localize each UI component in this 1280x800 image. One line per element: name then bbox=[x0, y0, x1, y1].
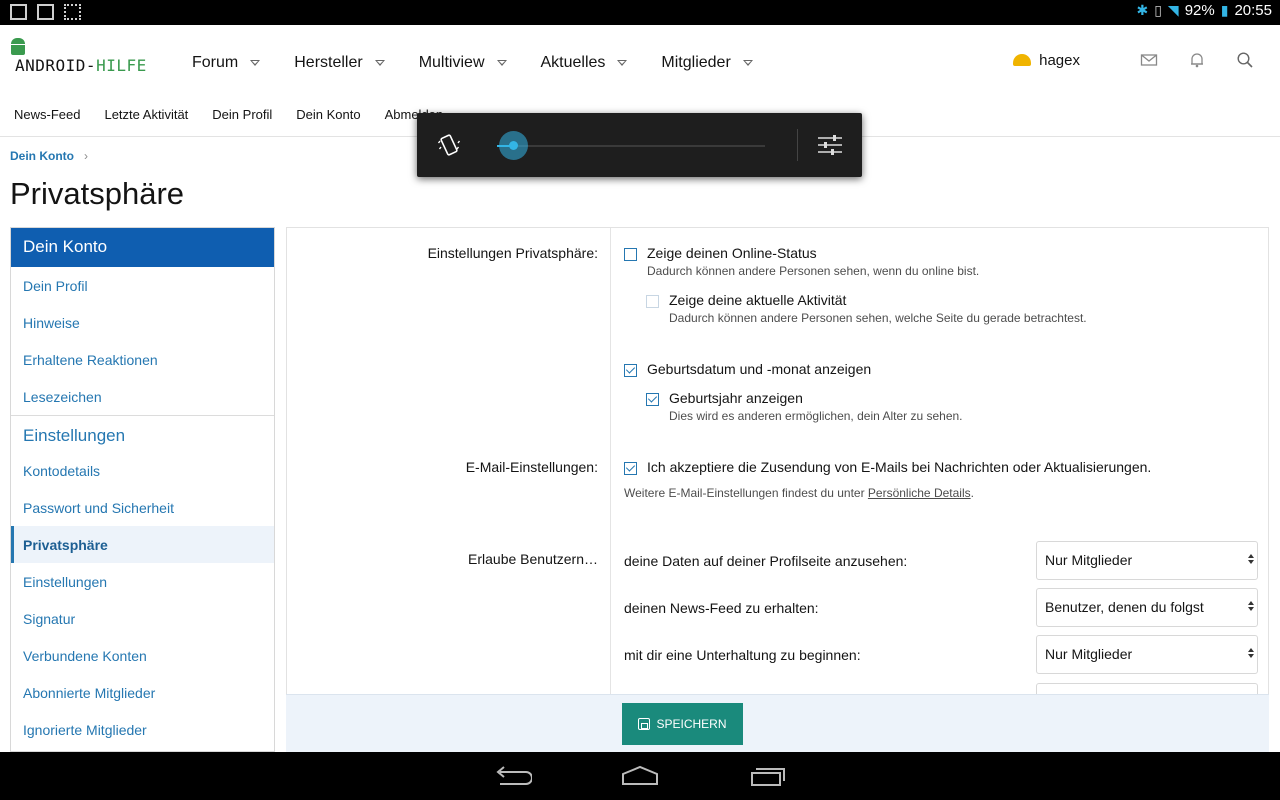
online-status-option[interactable]: Zeige deinen Online-Status Dadurch könne… bbox=[624, 245, 979, 278]
privacy-form: Einstellungen Privatsphäre: E-Mail-Einst… bbox=[286, 227, 1269, 752]
subnav-latest-activity[interactable]: Letzte Aktivität bbox=[104, 107, 188, 122]
nav-mitglieder[interactable]: Mitglieder bbox=[661, 54, 753, 72]
breadcrumb: Dein Konto › bbox=[10, 149, 88, 163]
user-navigation: hagex bbox=[1013, 51, 1254, 69]
subnav-your-account[interactable]: Dein Konto bbox=[296, 107, 360, 122]
dropdown-caret-icon[interactable] bbox=[250, 60, 261, 66]
nav-hersteller[interactable]: Hersteller bbox=[294, 54, 385, 72]
privacy-settings-label: Einstellungen Privatsphäre: bbox=[427, 245, 598, 261]
allow-row-text: deine Daten auf deiner Profilseite anzus… bbox=[624, 553, 908, 569]
account-sidebar: Dein Konto Dein Profil Hinweise Erhalten… bbox=[10, 227, 275, 752]
allow-row-text: mit dir eine Unterhaltung zu beginnen: bbox=[624, 647, 861, 663]
sidebar-item-password-security[interactable]: Passwort und Sicherheit bbox=[11, 489, 274, 526]
subnav-your-profile[interactable]: Dein Profil bbox=[212, 107, 272, 122]
birthyear-checkbox[interactable] bbox=[646, 393, 659, 406]
birthyear-option[interactable]: Geburtsjahr anzeigen Dies wird es andere… bbox=[646, 390, 963, 423]
clock: 20:55 bbox=[1234, 2, 1272, 19]
sub-navigation: News-Feed Letzte Aktivität Dein Profil D… bbox=[14, 107, 467, 122]
divider bbox=[797, 129, 798, 161]
app-notification-icon bbox=[64, 4, 81, 20]
battery-charging-icon: ▮ bbox=[1220, 2, 1229, 18]
form-submit-bar: SPEICHERN bbox=[286, 694, 1269, 752]
volume-track[interactable] bbox=[497, 145, 765, 147]
activity-option[interactable]: Zeige deine aktuelle Aktivität Dadurch k… bbox=[646, 292, 1087, 325]
breadcrumb-your-account[interactable]: Dein Konto bbox=[10, 149, 74, 163]
nav-forum[interactable]: Forum bbox=[192, 54, 261, 72]
save-icon bbox=[638, 718, 651, 730]
news-feed-select[interactable]: Benutzer, denen du folgst bbox=[1036, 588, 1258, 627]
sidebar-group-settings: Einstellungen bbox=[11, 415, 274, 452]
wifi-icon: ◥ bbox=[1167, 2, 1179, 18]
dropdown-caret-icon[interactable] bbox=[496, 60, 507, 66]
personal-details-link[interactable]: Persönliche Details bbox=[868, 486, 971, 500]
android-robot-icon bbox=[10, 37, 26, 55]
conversation-select[interactable]: Nur Mitglieder bbox=[1036, 635, 1258, 674]
email-option[interactable]: Ich akzeptiere die Zusendung von E-Mails… bbox=[624, 459, 1151, 475]
activity-checkbox[interactable] bbox=[646, 295, 659, 308]
save-button[interactable]: SPEICHERN bbox=[622, 703, 743, 745]
user-menu[interactable]: hagex bbox=[1013, 52, 1080, 69]
email-checkbox[interactable] bbox=[624, 462, 637, 475]
email-settings-label: E-Mail-Einstellungen: bbox=[465, 459, 598, 475]
dropdown-caret-icon[interactable] bbox=[617, 60, 628, 66]
home-icon[interactable] bbox=[620, 764, 660, 788]
volume-slider-thumb[interactable] bbox=[498, 131, 528, 160]
allow-users-label: Erlaube Benutzern… bbox=[468, 551, 598, 567]
sidebar-item-your-profile[interactable]: Dein Profil bbox=[11, 267, 274, 304]
dropdown-caret-icon[interactable] bbox=[374, 60, 385, 66]
sidebar-item-signature[interactable]: Signatur bbox=[11, 600, 274, 637]
sidebar-item-connected-accounts[interactable]: Verbundene Konten bbox=[11, 637, 274, 674]
sliders-settings-icon[interactable] bbox=[817, 133, 843, 157]
bell-icon[interactable] bbox=[1188, 51, 1206, 69]
sidebar-item-account-details[interactable]: Kontodetails bbox=[11, 452, 274, 489]
birthday-option[interactable]: Geburtsdatum und -monat anzeigen bbox=[624, 361, 871, 377]
page-title: Privatsphäre bbox=[10, 176, 185, 211]
avatar bbox=[1013, 54, 1032, 66]
sidebar-item-alerts[interactable]: Hinweise bbox=[11, 304, 274, 341]
gallery-notification-icon bbox=[10, 4, 27, 20]
back-icon[interactable] bbox=[492, 764, 532, 788]
search-icon[interactable] bbox=[1236, 51, 1254, 69]
sidebar-item-preferences[interactable]: Einstellungen bbox=[11, 563, 274, 600]
dropdown-caret-icon[interactable] bbox=[742, 60, 753, 66]
vibrate-mode-icon[interactable] bbox=[437, 133, 461, 157]
username: hagex bbox=[1039, 51, 1080, 69]
profile-view-select[interactable]: Nur Mitglieder bbox=[1036, 541, 1258, 580]
sidebar-item-privacy[interactable]: Privatsphäre bbox=[11, 526, 274, 563]
allow-row-text: deinen News-Feed zu erhalten: bbox=[624, 600, 819, 616]
main-navigation: Forum Hersteller Multiview Aktuelles Mit… bbox=[192, 54, 787, 72]
android-navigation-bar bbox=[0, 752, 1280, 800]
envelope-icon[interactable] bbox=[1140, 51, 1158, 69]
sidebar-item-bookmarks[interactable]: Lesezeichen bbox=[11, 378, 274, 415]
bluetooth-icon: ✱ bbox=[1136, 2, 1149, 18]
volume-popup bbox=[417, 113, 862, 177]
gmail-notification-icon bbox=[37, 4, 54, 20]
sidebar-item-ignoring[interactable]: Ignorierte Mitglieder bbox=[11, 711, 274, 748]
chevron-right-icon: › bbox=[84, 149, 88, 163]
battery-percent: 92% bbox=[1184, 2, 1215, 19]
email-settings-note: Weitere E-Mail-Einstellungen findest du … bbox=[624, 486, 974, 500]
recent-apps-icon[interactable] bbox=[748, 764, 788, 788]
subnav-news-feed[interactable]: News-Feed bbox=[14, 107, 80, 122]
sidebar-heading: Dein Konto bbox=[11, 228, 274, 267]
android-status-bar: ✱ ▯ ◥ 92% ▮ 20:55 bbox=[0, 0, 1280, 25]
online-status-checkbox[interactable] bbox=[624, 248, 637, 261]
sidebar-item-reactions[interactable]: Erhaltene Reaktionen bbox=[11, 341, 274, 378]
nav-multiview[interactable]: Multiview bbox=[419, 54, 507, 72]
sidebar-item-following[interactable]: Abonnierte Mitglieder bbox=[11, 674, 274, 711]
birthday-checkbox[interactable] bbox=[624, 364, 637, 377]
vibrate-icon: ▯ bbox=[1154, 2, 1162, 18]
nav-aktuelles[interactable]: Aktuelles bbox=[541, 54, 628, 72]
form-label-column: Einstellungen Privatsphäre: E-Mail-Einst… bbox=[287, 228, 611, 751]
